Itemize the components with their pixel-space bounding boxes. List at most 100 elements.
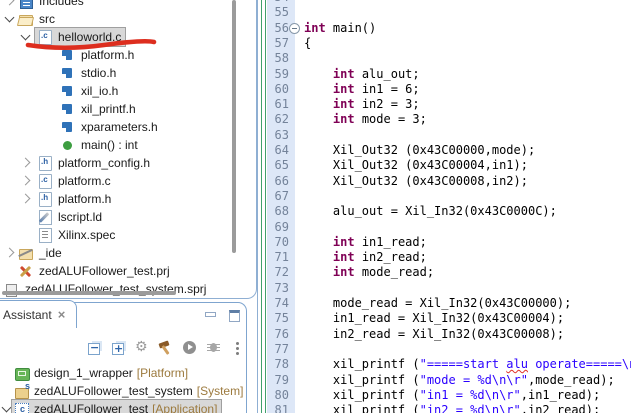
tree-item-target[interactable]: xparameters.h [58,118,162,136]
tree-item-src[interactable]: src [0,10,256,28]
hammer-icon[interactable] [157,339,175,357]
tree-item-zedalufollower-test-system-sprj[interactable]: zedALUFollower_test_system.sprj [0,280,256,298]
tree-item-platform-config-h[interactable]: platform_config.h [0,154,256,172]
tree-item-xil-printf-h[interactable]: xil_printf.h [0,100,256,118]
tree-item-helloworld-c[interactable]: helloworld.c [0,28,256,46]
code-line-75: 75 in1_read = Xil_In32(0x43C00004); [258,311,631,326]
tree-item-target[interactable]: zedALUFollower_test.prj [16,262,174,280]
run-icon[interactable] [181,339,199,357]
tree-item-target[interactable]: platform_config.h [35,154,154,172]
tree-item-label: platform_config.h [58,156,150,170]
expand-all-icon[interactable] [109,339,127,357]
code-token: mode = 3; [355,112,427,126]
tree-item-xparameters-h[interactable]: xparameters.h [0,118,256,136]
code-line-60: 60 int in1 = 6; [258,82,631,97]
tree-item-target[interactable]: zedALUFollower_test_system.sprj [2,280,210,298]
assistant-item-design_1_wrapper[interactable]: design_1_wrapper [Platform] [0,364,246,382]
code-token: in2_read; [355,250,427,264]
vertical-scrollbar[interactable] [232,0,236,253]
code-line-58: 58 [258,51,631,66]
tree-item-target[interactable]: Xilinx.spec [35,226,119,244]
assistant-toolbar [0,339,247,357]
tree-item-xil-io-h[interactable]: xil_io.h [0,82,256,100]
tree-item-platform-h[interactable]: platform.h [0,190,256,208]
tree-item-target[interactable]: platform.h [58,46,138,64]
chevron-right-icon[interactable] [5,248,15,258]
close-icon[interactable]: × [58,310,66,320]
code-text: xil_printf ("mode = %d\n\r",mode_read); [304,373,615,388]
code-token: ,in1_read); [521,388,600,402]
code-token: mode_read; [355,265,434,279]
minimize-button[interactable] [204,309,218,323]
tab-assistant[interactable]: Assistant × [0,300,77,328]
debug-icon[interactable] [205,339,223,357]
tree-item--ide[interactable]: _ide [0,244,256,262]
tree-item-label: xil_io.h [81,84,118,98]
collapse-all-icon[interactable] [85,339,103,357]
code-editor[interactable]: 545556int main()57{5859 int alu_out;60 i… [257,0,631,413]
tree-item-target[interactable]: platform.h [35,190,115,208]
tree-item-target[interactable]: xil_printf.h [58,100,140,118]
gear-icon[interactable] [133,339,151,357]
code-line-64: 64 Xil_Out32 (0x43C00000,mode); [258,143,631,158]
tree-item-target[interactable]: helloworld.c [35,28,125,46]
code-line-63: 63 [258,128,631,143]
horizontal-scrollbar[interactable] [2,291,176,295]
assistant-item-zedalufollower_test_system[interactable]: zedALUFollower_test_system [System] [0,382,246,400]
tree-item-target[interactable]: platform.c [35,172,115,190]
code-token: xil_printf ( [304,357,420,371]
chevron-right-icon[interactable] [21,158,31,168]
chevron-right-icon[interactable] [21,176,31,186]
code-line-74: 74 mode_read = Xil_In32(0x43C00000); [258,296,631,311]
tree-item-target[interactable]: src [16,10,59,28]
tree-item-target[interactable]: stdio.h [58,64,120,82]
tree-item-platform-c[interactable]: platform.c [0,172,256,190]
assistant-item-target[interactable]: design_1_wrapper [Platform] [12,364,192,382]
tree-item-platform-h[interactable]: platform.h [0,46,256,64]
code-token [304,67,333,81]
h-file-icon [37,156,53,171]
code-text: xil_printf ("=====start alu operate=====… [304,357,631,372]
chevron-down-icon[interactable] [5,13,15,23]
code-token: xil_printf ( [304,388,420,402]
view-menu-icon[interactable] [229,339,247,357]
tree-item-target[interactable]: lscript.ld [35,208,106,226]
code-token-kw: int [333,112,355,126]
tree-item-stdio-h[interactable]: stdio.h [0,64,256,82]
line-number: 74 [267,296,289,311]
system-project-icon [14,384,30,399]
code-token [304,235,333,249]
line-number: 79 [267,373,289,388]
chevron-down-icon[interactable] [2,403,12,413]
code-token: in2_read = Xil_In32(0x43C00008); [304,327,564,341]
tree-item-target[interactable]: xil_io.h [58,82,122,100]
tree-item-zedalufollower-test-prj[interactable]: zedALUFollower_test.prj [0,262,256,280]
tree-item-label: _ide [39,246,62,260]
assistant-item-target[interactable]: zedALUFollower_test_system [System] [12,382,247,400]
assistant-item-target[interactable]: zedALUFollower_test [Application] [12,400,221,413]
code-token-kw: int [333,265,355,279]
maximize-button[interactable] [228,309,242,323]
code-token: ,mode_read); [528,373,615,387]
tree-item-main-int[interactable]: main() : int [0,136,256,154]
tree-item-target[interactable]: Includes [16,0,88,10]
code-text: xil_printf ("in1 = %d\n\r",in1_read); [304,388,600,403]
h-file-icon [37,192,53,207]
chevron-right-icon[interactable] [21,194,31,204]
tree-item-target[interactable]: _ide [16,244,66,262]
chevron-right-icon[interactable] [5,0,15,5]
code-token [304,97,333,111]
tree-item-target[interactable]: main() : int [58,136,142,154]
tree-item-lscript-ld[interactable]: lscript.ld [0,208,256,226]
code-line-57: 57{ [258,36,631,51]
tree-item-includes[interactable]: Includes [0,0,256,10]
assistant-item-zedalufollower_test[interactable]: zedALUFollower_test [Application] [0,400,246,413]
tree-item-xilinx-spec[interactable]: Xilinx.spec [0,226,256,244]
folder-open-icon [18,12,34,27]
tree-item-label: Includes [39,0,84,8]
code-token-str: "mode = %d\n\r" [420,373,528,387]
fold-collapse-icon[interactable] [289,23,300,34]
code-text: int mode = 3; [304,112,427,127]
code-token [304,82,333,96]
chevron-down-icon[interactable] [21,31,31,41]
